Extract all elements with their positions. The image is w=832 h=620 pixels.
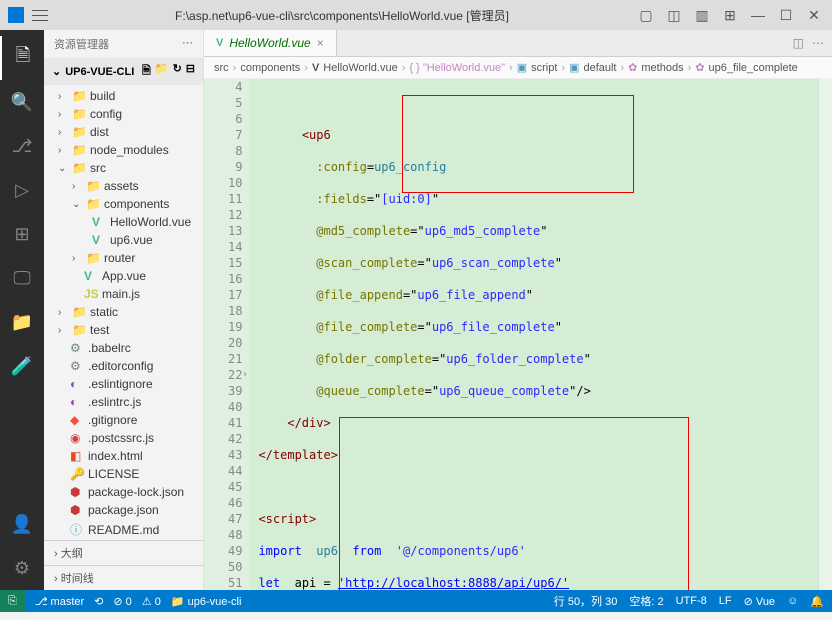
tree-item-src[interactable]: ⌄📁src [44, 159, 203, 177]
explorer-more-icon[interactable]: ⋯ [182, 36, 193, 52]
tab-helloworld[interactable]: V HelloWorld.vue × [204, 30, 337, 56]
scm-activity-icon[interactable]: ⎇ [0, 124, 44, 168]
eol-indicator[interactable]: LF [719, 595, 732, 607]
tree-item-editorconfig[interactable]: ⚙.editorconfig [44, 357, 203, 375]
refresh-icon[interactable]: ↻ [173, 62, 182, 81]
sync-indicator[interactable]: ⟲ [94, 595, 103, 608]
tree-item-readme[interactable]: ⓘREADME.md [44, 519, 203, 540]
window-title: F:\asp.net\up6-vue-cli\src\components\He… [48, 7, 636, 24]
code-editor[interactable]: 456789101112131415161718192021›223940414… [204, 79, 832, 590]
statusbar: ⎘ ⎇ master ⟲ ⊘ 0 ⚠ 0 📁 up6-vue-cli 行 50，… [0, 590, 832, 612]
minimize-button[interactable]: — [748, 5, 768, 25]
tree-item-assets[interactable]: ›📁assets [44, 177, 203, 195]
project-name: UP6-VUE-CLI [65, 66, 134, 78]
layout-icon-2[interactable]: ◫ [664, 5, 684, 25]
account-icon[interactable]: 👤 [0, 502, 44, 546]
bc-sym1[interactable]: { } "HelloWorld.vue" [409, 62, 505, 74]
cursor-position[interactable]: 行 50，列 30 [554, 593, 618, 609]
file-tree: ›📁build ›📁config ›📁dist ›📁node_modules ⌄… [44, 85, 203, 540]
tree-item-helloworld[interactable]: VHelloWorld.vue [44, 213, 203, 231]
layout-icon-1[interactable]: ▢ [636, 5, 656, 25]
tree-item-build[interactable]: ›📁build [44, 87, 203, 105]
tree-item-static[interactable]: ›📁static [44, 303, 203, 321]
breadcrumb: src› components› VHelloWorld.vue› { } "H… [204, 57, 832, 79]
highlight-box-1 [402, 95, 634, 193]
titlebar: F:\asp.net\up6-vue-cli\src\components\He… [0, 0, 832, 30]
remote-indicator[interactable]: ⎘ [0, 590, 25, 612]
more-actions-icon[interactable]: ⋯ [812, 36, 824, 50]
line-gutter: 456789101112131415161718192021›223940414… [204, 79, 250, 590]
bc-default[interactable]: default [583, 62, 616, 74]
branch-indicator[interactable]: ⎇ master [35, 595, 84, 608]
warnings-indicator[interactable]: ⚠ 0 [142, 595, 161, 608]
bell-icon[interactable]: 🔔 [810, 595, 824, 608]
debug-activity-icon[interactable]: ▷ [0, 168, 44, 212]
outline-panel[interactable]: › 大纲 [44, 540, 203, 565]
app-logo [8, 7, 24, 23]
highlight-box-2 [339, 417, 689, 590]
indent-indicator[interactable]: 空格: 2 [629, 593, 663, 609]
remote-activity-icon[interactable]: 🖵 [0, 256, 44, 300]
tree-item-license[interactable]: 🔑LICENSE [44, 465, 203, 483]
close-button[interactable]: ✕ [804, 5, 824, 25]
close-tab-icon[interactable]: × [317, 36, 324, 50]
vue-icon: V [312, 62, 319, 74]
tree-item-node-modules[interactable]: ›📁node_modules [44, 141, 203, 159]
chevron-down-icon: ⌄ [52, 65, 61, 78]
tree-item-pkglock[interactable]: ⬢package-lock.json [44, 483, 203, 501]
layout-icon-3[interactable]: ▥ [692, 5, 712, 25]
tab-title: HelloWorld.vue [229, 36, 310, 50]
explorer-sidebar: 资源管理器 ⋯ ⌄ UP6-VUE-CLI 🗎 📁 ↻ ⊟ ›📁build ›📁… [44, 30, 204, 590]
lang-indicator[interactable]: ⊘ Vue [744, 595, 775, 608]
layout-icon-4[interactable]: ⊞ [720, 5, 740, 25]
tree-item-gitignore[interactable]: ◆.gitignore [44, 411, 203, 429]
tree-item-test[interactable]: ›📁test [44, 321, 203, 339]
tree-item-eslintrc[interactable]: ◐.eslintrc.js [44, 393, 203, 411]
bc-script[interactable]: script [531, 62, 557, 74]
tree-item-router[interactable]: ›📁router [44, 249, 203, 267]
tree-item-up6vue[interactable]: Vup6.vue [44, 231, 203, 249]
tree-item-appvue[interactable]: VApp.vue [44, 267, 203, 285]
editor-area: V HelloWorld.vue × ◫ ⋯ src› components› … [204, 30, 832, 590]
tree-item-eslintignore[interactable]: ◐.eslintignore [44, 375, 203, 393]
activity-bar: 🗎 🔍 ⎇ ▷ ⊞ 🖵 📁 🧪 👤 ⚙ [0, 30, 44, 590]
extensions-activity-icon[interactable]: ⊞ [0, 212, 44, 256]
maximize-button[interactable]: ☐ [776, 5, 796, 25]
tree-item-dist[interactable]: ›📁dist [44, 123, 203, 141]
errors-indicator[interactable]: ⊘ 0 [113, 595, 131, 608]
tree-item-postcss[interactable]: ◉.postcssrc.js [44, 429, 203, 447]
folder-activity-icon[interactable]: 📁 [0, 300, 44, 344]
bc-file[interactable]: HelloWorld.vue [323, 62, 397, 74]
tree-item-indexhtml[interactable]: ◧index.html [44, 447, 203, 465]
bc-components[interactable]: components [240, 62, 300, 74]
search-activity-icon[interactable]: 🔍 [0, 80, 44, 124]
tree-item-babelrc[interactable]: ⚙.babelrc [44, 339, 203, 357]
bc-src[interactable]: src [214, 62, 229, 74]
timeline-panel[interactable]: › 时间线 [44, 565, 203, 590]
code-body[interactable]: <up6 :config=up6_config :fields="[uid:0]… [250, 79, 818, 590]
vue-icon: V [216, 37, 223, 49]
bc-methods[interactable]: methods [641, 62, 683, 74]
bc-fn[interactable]: up6_file_complete [708, 62, 797, 74]
collapse-icon[interactable]: ⊟ [186, 62, 195, 81]
explorer-title: 资源管理器 [54, 36, 109, 52]
gear-icon[interactable]: ⚙ [0, 546, 44, 590]
test-activity-icon[interactable]: 🧪 [0, 344, 44, 388]
minimap[interactable] [818, 79, 832, 590]
new-file-icon[interactable]: 🗎 [142, 62, 151, 81]
new-folder-icon[interactable]: 📁 [155, 62, 169, 81]
tree-item-components[interactable]: ⌄📁components [44, 195, 203, 213]
feedback-icon[interactable]: ☺ [787, 595, 798, 607]
tree-item-config[interactable]: ›📁config [44, 105, 203, 123]
tree-item-pkg[interactable]: ⬢package.json [44, 501, 203, 519]
split-editor-icon[interactable]: ◫ [793, 36, 804, 50]
explorer-activity-icon[interactable]: 🗎 [0, 36, 44, 80]
folder-indicator[interactable]: 📁 up6-vue-cli [171, 595, 242, 608]
project-header[interactable]: ⌄ UP6-VUE-CLI 🗎 📁 ↻ ⊟ [44, 58, 203, 85]
tab-bar: V HelloWorld.vue × ◫ ⋯ [204, 30, 832, 57]
hamburger-menu[interactable] [32, 9, 48, 21]
tree-item-mainjs[interactable]: JSmain.js [44, 285, 203, 303]
encoding-indicator[interactable]: UTF-8 [676, 595, 707, 607]
